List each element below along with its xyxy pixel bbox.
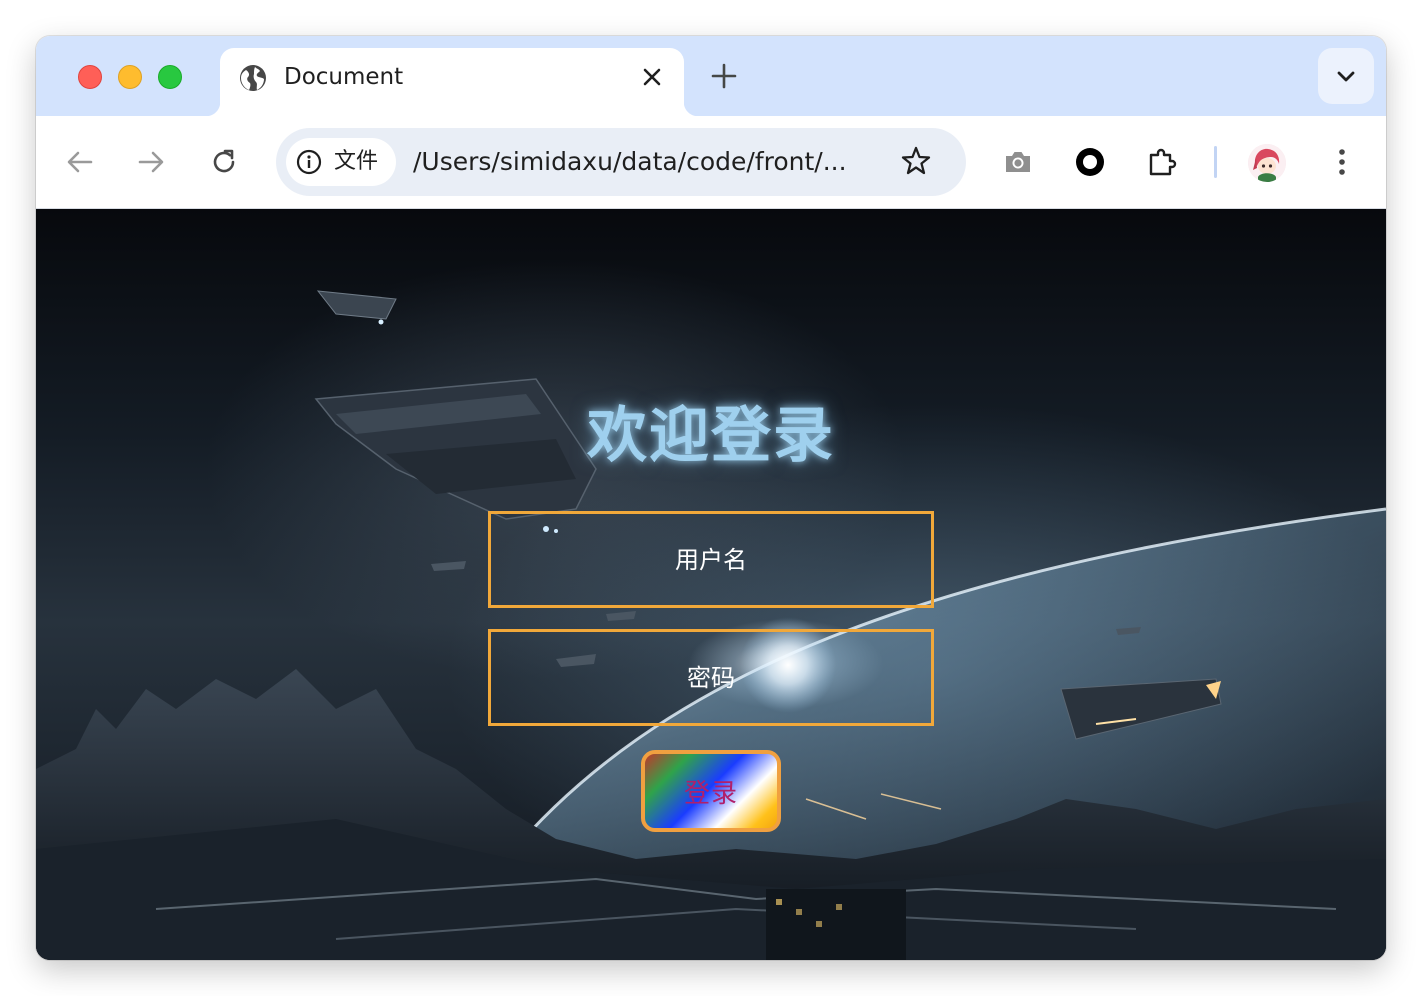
camera-icon[interactable] xyxy=(1002,146,1034,178)
window-minimize-button[interactable] xyxy=(118,65,142,89)
kebab-menu-icon[interactable] xyxy=(1326,146,1358,178)
login-button-label: 登录 xyxy=(683,778,738,809)
info-icon xyxy=(296,149,322,175)
site-chip-label: 文件 xyxy=(334,149,379,174)
tab-strip: Document xyxy=(36,36,1386,116)
tab-title: Document xyxy=(284,64,404,90)
browser-toolbar: 文件 /Users/simidaxu/data/code/front/... xyxy=(36,116,1386,209)
star-icon[interactable] xyxy=(900,145,932,177)
tab-document[interactable]: Document xyxy=(206,48,698,116)
address-bar[interactable]: 文件 /Users/simidaxu/data/code/front/... xyxy=(276,128,966,196)
extension-circle-icon[interactable] xyxy=(1074,146,1106,178)
globe-icon xyxy=(240,65,266,91)
login-page: 欢迎登录 登录 xyxy=(36,209,1386,960)
browser-window: Document 文件 /Users/simidaxu/data/code/fr… xyxy=(36,36,1386,960)
password-input[interactable] xyxy=(491,631,931,724)
username-input[interactable] xyxy=(491,513,931,606)
tab-search-button[interactable] xyxy=(1318,48,1374,104)
puzzle-icon[interactable] xyxy=(1146,146,1178,178)
new-tab-icon[interactable] xyxy=(710,62,738,90)
close-icon[interactable] xyxy=(640,65,664,89)
window-close-button[interactable] xyxy=(78,65,102,89)
back-arrow-icon[interactable] xyxy=(64,146,96,178)
profile-avatar[interactable] xyxy=(1248,144,1286,182)
password-field[interactable] xyxy=(488,629,934,726)
chevron-down-icon xyxy=(1337,71,1355,82)
toolbar-separator xyxy=(1214,146,1217,178)
reload-icon[interactable] xyxy=(208,146,240,178)
url-text[interactable]: /Users/simidaxu/data/code/front/... xyxy=(413,145,873,179)
forward-arrow-icon[interactable] xyxy=(135,146,167,178)
login-button[interactable]: 登录 xyxy=(641,750,781,832)
username-field[interactable] xyxy=(488,511,934,608)
site-info-chip[interactable]: 文件 xyxy=(286,138,396,186)
window-maximize-button[interactable] xyxy=(158,65,182,89)
page-title: 欢迎登录 xyxy=(587,401,835,471)
